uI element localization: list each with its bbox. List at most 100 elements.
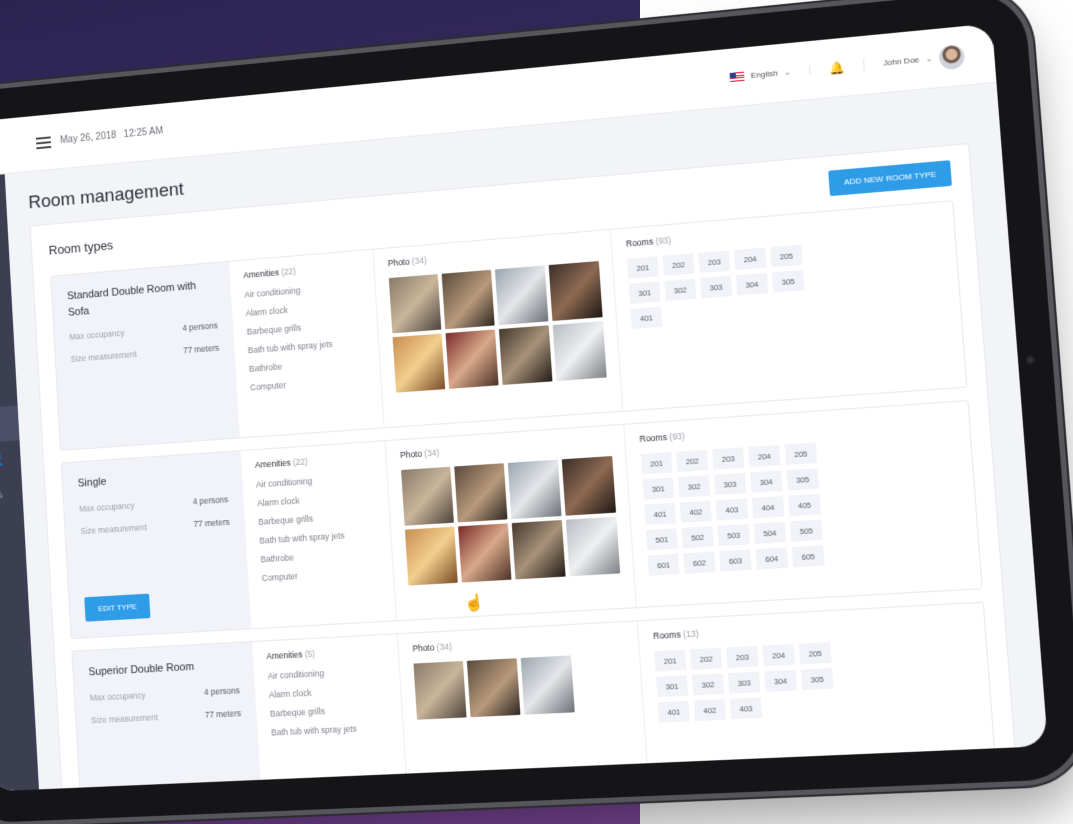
avatar[interactable] [938,43,966,71]
amenity-item: Bath tub with spray jets [247,338,333,356]
room-number-chip[interactable]: 204 [762,644,796,667]
edit-type-button[interactable]: EDIT TYPE [84,593,151,622]
room-number-chip[interactable]: 202 [676,449,709,473]
room-number-chip[interactable]: 205 [798,642,832,665]
room-number-chip[interactable]: 504 [753,521,787,545]
room-number-chip[interactable]: 404 [751,496,785,519]
room-number-chip[interactable]: 401 [657,700,690,723]
room-number-chip[interactable]: 401 [630,306,663,330]
amenities-label: Amenities [254,457,292,470]
room-photo[interactable] [392,333,446,393]
room-number-chip[interactable]: 402 [679,500,712,523]
room-number-chip[interactable]: 301 [642,477,675,500]
room-photo[interactable] [441,269,495,330]
chevron-down-icon: ⌄ [783,67,792,77]
room-number-chip[interactable]: 401 [644,502,677,526]
room-number-chip[interactable]: 302 [691,673,725,696]
user-menu[interactable]: John Doe ⌄ [882,43,966,75]
room-photo[interactable] [511,520,566,580]
language-selector[interactable]: English ⌄ [729,65,811,83]
room-number-chip[interactable]: 305 [771,269,805,293]
room-number-chip[interactable]: 204 [748,444,781,468]
hamburger-menu-icon[interactable] [35,135,52,149]
amenity-item: Alarm clock [245,305,289,319]
room-photo[interactable] [458,523,512,583]
room-photo[interactable] [466,658,521,718]
amenity-item: Bathrobe [260,552,295,565]
room-photo[interactable] [498,325,553,385]
room-number-chip[interactable]: 203 [726,645,759,668]
room-photo[interactable] [388,274,442,334]
room-number-chip[interactable]: 403 [715,498,749,521]
room-photo[interactable] [494,265,549,326]
room-number-chip[interactable]: 605 [791,545,825,568]
add-room-type-button[interactable]: ADD NEW ROOM TYPE [828,160,952,197]
room-number-chip[interactable]: 603 [719,549,752,572]
room-photo[interactable] [507,459,562,520]
room-number-chip[interactable]: 305 [786,468,819,491]
room-number-chip[interactable]: 503 [717,523,750,547]
room-info: Single Max occupancy 4 persons Size meas… [61,451,252,639]
room-number-chip[interactable]: 202 [662,253,695,276]
room-number-chip[interactable]: 301 [628,281,661,304]
room-number-chip[interactable]: 202 [690,647,723,670]
table-icon[interactable]: ▣ [0,371,18,409]
room-number-chip[interactable]: 303 [699,275,733,299]
room-number-chip[interactable]: 405 [788,493,821,517]
room-photo[interactable] [520,655,575,715]
room-photo[interactable] [565,516,621,577]
room-number-chip[interactable]: 301 [655,675,689,698]
room-number-chip[interactable]: 505 [789,519,823,542]
room-number-chip[interactable]: 303 [713,472,747,496]
room-number-chip[interactable]: 402 [693,699,727,722]
room-number-chip[interactable]: 304 [764,669,797,692]
room-number-chip[interactable]: 304 [735,272,769,296]
photo-header: Photo (34) [400,436,611,461]
room-number-chip[interactable]: 204 [734,247,767,271]
room-number-chip[interactable]: 205 [770,244,803,268]
room-number-chip[interactable]: 403 [729,697,763,720]
app-screen: May 26, 2018 12:25 AM English ⌄ 🔔 John D… [0,23,1048,792]
room-photo[interactable] [413,661,467,720]
room-number-chip[interactable]: 501 [645,528,678,551]
amenities-count: (22) [280,266,297,278]
room-types-icon[interactable]: ▭ [0,405,20,444]
room-number-chip[interactable]: 203 [698,250,731,274]
rooms-label: Rooms [639,432,668,445]
max-occupancy-value: 4 persons [182,320,219,333]
current-time: 12:25 AM [123,125,164,141]
room-number-chip[interactable]: 305 [800,667,834,691]
notification-bell-icon[interactable]: 🔔 [828,57,865,76]
profile-icon[interactable]: ♙ [0,475,23,513]
room-number-chip[interactable]: 302 [664,278,697,302]
room-number-chip[interactable]: 302 [677,475,711,498]
room-photo[interactable] [552,321,607,382]
size-label: Size measurement [90,711,159,725]
room-number-chip[interactable]: 502 [681,526,714,549]
room-number-chip[interactable]: 602 [683,551,716,574]
room-number-chip[interactable]: 604 [755,547,789,570]
room-photo[interactable] [548,261,603,322]
amenity-item: Air conditioning [267,668,325,681]
room-number-chip[interactable]: 201 [654,649,687,672]
size-label: Size measurement [70,349,138,364]
room-photo[interactable] [454,463,508,523]
photo-grid [413,653,628,720]
amenity-item: Computer [249,379,287,393]
room-photo[interactable] [401,466,454,526]
photo-column: Photo (34) [385,424,637,621]
room-number-chip[interactable]: 601 [647,553,680,576]
room-photo[interactable] [445,329,499,389]
room-number-chip[interactable]: 203 [712,447,745,470]
room-number-chip[interactable]: 201 [627,256,659,279]
room-photo[interactable] [561,456,617,516]
room-photo[interactable] [404,526,458,586]
room-number-chip[interactable]: 201 [640,452,673,475]
room-number-chip[interactable]: 303 [727,671,761,694]
room-number-chip[interactable]: 205 [784,442,818,466]
rooms-grid: 201 202 203 204 205 301 302 303 304 305 401 402 403 4… [640,433,965,576]
room-number-chip[interactable]: 304 [749,470,783,493]
rooms-column: Rooms (93) 201 202 203 204 205 301 302 303 304 30… [611,201,966,410]
rooms-count: (93) [668,430,686,442]
guests-icon[interactable]: 👤 [0,440,21,478]
